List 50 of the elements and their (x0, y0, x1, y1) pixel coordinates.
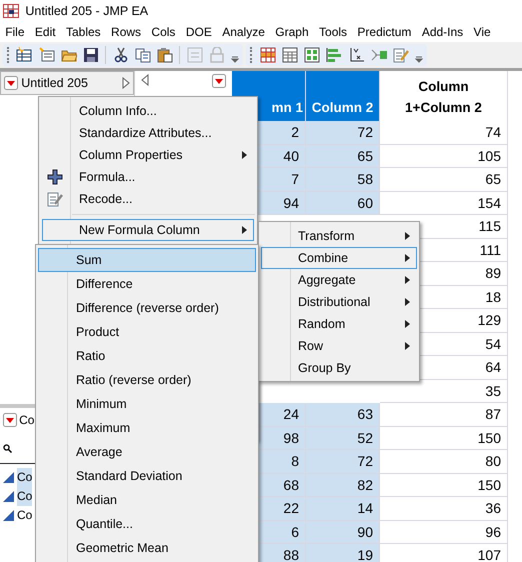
menu-item[interactable]: Edit (30, 23, 61, 41)
menu-item[interactable]: File (0, 23, 30, 41)
table-cell: 154 (380, 192, 508, 215)
menu-item[interactable]: Difference (38, 272, 256, 296)
table-cell: 72 (306, 450, 380, 474)
column-header[interactable]: Column 1+Column 2 (380, 71, 508, 121)
table-cell: 72 (306, 121, 380, 144)
table-cell: 60 (306, 192, 380, 215)
table-cell: 150 (380, 474, 508, 497)
menu-item[interactable]: Predictum (352, 23, 417, 41)
menu-item[interactable]: Cols (146, 23, 181, 41)
menu-item[interactable]: DOE (180, 23, 218, 41)
table-cell: 82 (306, 474, 380, 497)
table-cell: 90 (306, 520, 380, 544)
table-cell: 14 (306, 497, 380, 520)
menu-item[interactable]: Add-Ins (416, 23, 468, 41)
menu-item[interactable]: Graph (270, 23, 314, 41)
table-cell: 63 (306, 403, 380, 426)
menu-item[interactable]: Tools (314, 23, 352, 41)
table-cell: 87 (380, 403, 508, 426)
menu-item[interactable]: Tables (60, 23, 106, 41)
menu-item[interactable]: Ratio (reverse order) (38, 368, 256, 392)
table-cell: 80 (380, 450, 508, 474)
panel-title: Co (19, 412, 34, 429)
menu-item[interactable]: New Formula Column (42, 219, 254, 242)
table-name: Untitled 205 (21, 74, 89, 92)
menu-item[interactable]: Combine (261, 247, 417, 270)
table-cell: 105 (380, 144, 508, 168)
table-cell: 19 (306, 544, 380, 562)
column-list-item[interactable]: Co (17, 506, 32, 524)
table-cell: 107 (380, 544, 508, 562)
menu-item[interactable]: Rows (106, 23, 146, 41)
table-cell: 36 (380, 497, 508, 520)
column-list-item[interactable]: Co (17, 486, 32, 506)
menu-item[interactable]: Ratio (38, 344, 256, 368)
table-cell: 65 (380, 168, 508, 192)
menu-item[interactable]: Vie (468, 23, 496, 41)
window-title: Untitled 205 - JMP EA (25, 2, 148, 20)
menu-item[interactable]: Difference (reverse order) (38, 296, 256, 320)
table-cell: 74 (380, 121, 508, 144)
table-cell: 65 (306, 144, 380, 168)
menu-item[interactable]: Sum (38, 248, 256, 272)
table-cell: 150 (380, 426, 508, 450)
column-list-item[interactable]: Co (17, 468, 32, 486)
table-cell: 96 (380, 520, 508, 544)
menu-item[interactable]: Product (38, 320, 256, 344)
table-cell: 58 (306, 168, 380, 192)
menu-item[interactable]: Analyze (217, 23, 270, 41)
table-cell: 52 (306, 426, 380, 450)
column-header[interactable]: Column 2 (306, 71, 380, 121)
